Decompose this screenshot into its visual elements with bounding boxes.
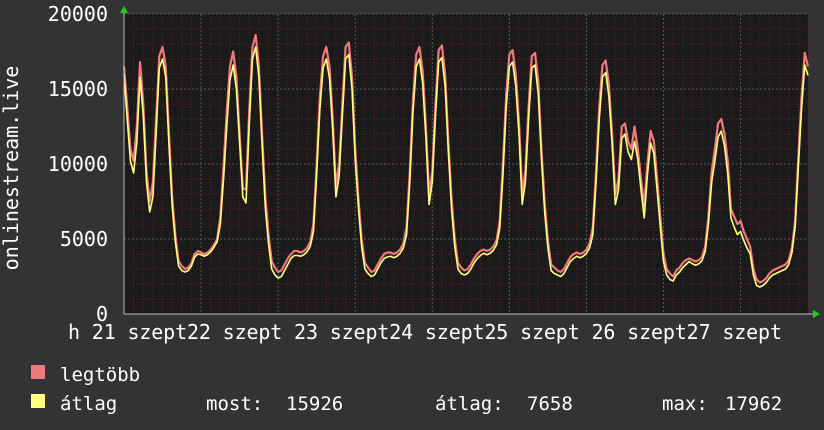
stat-max-label: max: xyxy=(662,393,708,415)
legend-label-avg: átlag xyxy=(60,393,117,415)
legend-swatch-avg xyxy=(31,394,45,408)
y-tick-label: 10000 xyxy=(48,152,108,176)
legend-label-max: legtöbb xyxy=(60,364,140,386)
legend-swatch-max xyxy=(31,365,45,379)
y-tick-label: 5000 xyxy=(60,227,108,251)
legend: legtöbb átlag most: 15926 átlag: 7658 ma… xyxy=(31,364,782,415)
stat-avg-label: átlag: xyxy=(435,393,504,415)
y-axis-arrow xyxy=(120,6,128,13)
y-tick-label: 20000 xyxy=(48,2,108,26)
stat-max-value: 17962 xyxy=(725,393,782,415)
x-axis-date-labels: h 21 szept22 szept 23 szept24 szept25 sz… xyxy=(68,320,782,344)
stat-current-value: 15926 xyxy=(286,393,343,415)
y-axis-label: onlinestream.live xyxy=(0,66,23,271)
stat-avg-value: 7658 xyxy=(527,393,573,415)
stat-current-label: most: xyxy=(206,393,263,415)
chart: 05000100001500020000 onlinestream.live h… xyxy=(0,2,820,415)
x-axis-arrow xyxy=(813,310,820,318)
y-tick-label: 15000 xyxy=(48,77,108,101)
y-tick-labels: 05000100001500020000 xyxy=(48,2,108,326)
